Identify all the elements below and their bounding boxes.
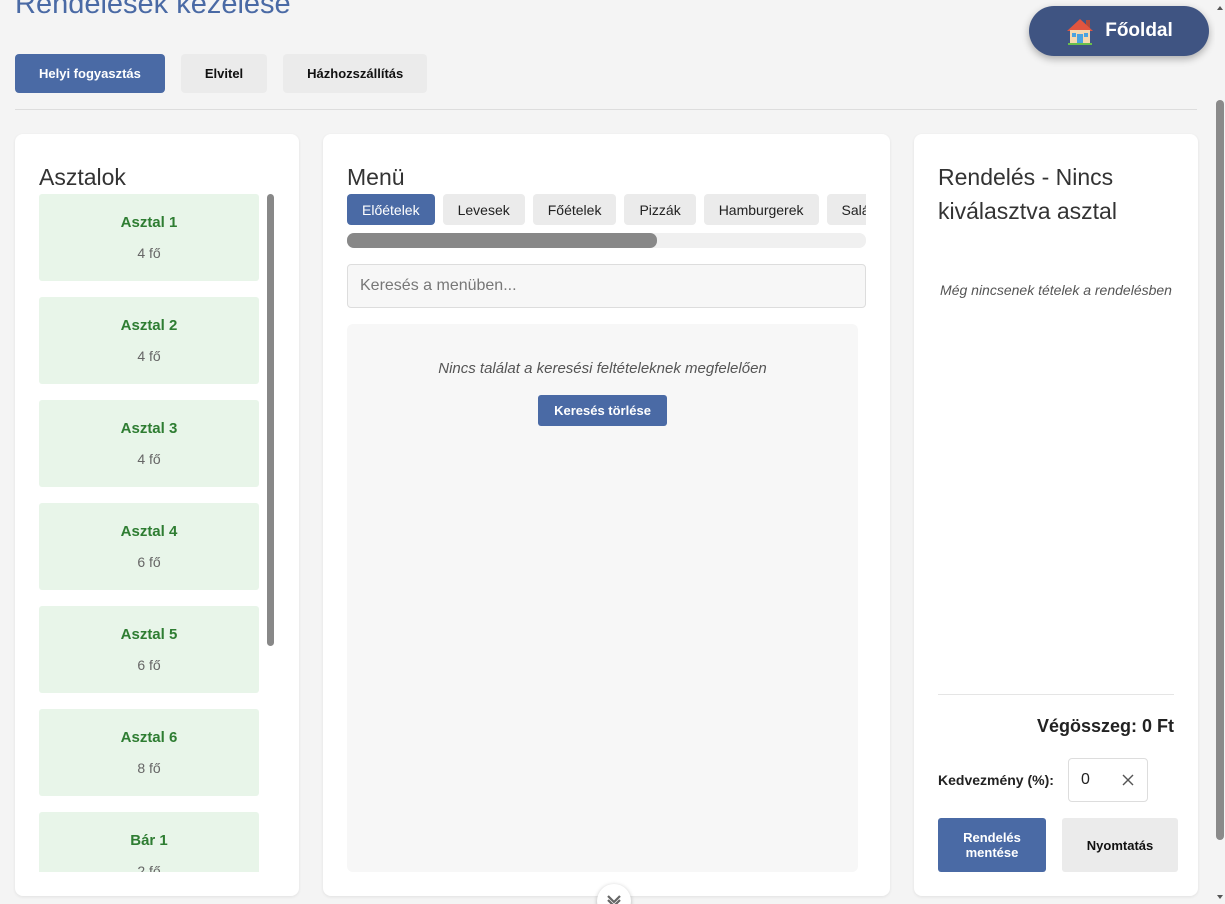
category-pizzas[interactable]: Pizzák — [624, 194, 696, 225]
table-seats: 4 fő — [137, 245, 161, 261]
house-icon — [1065, 16, 1095, 46]
menu-panel: Menü Előételek Levesek Főételek Pizzák H… — [323, 134, 890, 896]
empty-order-message: Még nincsenek tételek a rendelésben — [940, 282, 1172, 298]
table-seats: 4 fő — [137, 348, 161, 364]
table-name: Asztal 5 — [120, 626, 178, 643]
clear-icon[interactable] — [1119, 771, 1137, 789]
category-appetizers[interactable]: Előételek — [347, 194, 435, 225]
table-card[interactable]: Asztal 2 4 fő — [39, 297, 259, 384]
category-scrollbar[interactable] — [347, 233, 866, 248]
table-card[interactable]: Asztal 1 4 fő — [39, 194, 259, 281]
discount-input[interactable]: 0 — [1068, 758, 1148, 802]
page-title: Rendelések kezelése — [15, 0, 291, 20]
table-name: Bár 1 — [130, 832, 168, 849]
home-button[interactable]: Főoldal — [1029, 6, 1209, 56]
home-button-label: Főoldal — [1105, 20, 1173, 41]
category-main-courses[interactable]: Főételek — [532, 194, 617, 225]
table-card[interactable]: Asztal 4 6 fő — [39, 503, 259, 590]
tables-title: Asztalok — [39, 164, 126, 190]
table-seats: 2 fő — [137, 863, 161, 872]
category-scrollbar-thumb[interactable] — [347, 233, 657, 248]
menu-search-input[interactable] — [347, 264, 866, 308]
order-panel: Rendelés - Nincs kiválasztva asztal Még … — [914, 134, 1198, 896]
scroll-down-arrow-icon[interactable] — [1215, 890, 1225, 902]
table-name: Asztal 2 — [120, 317, 178, 334]
table-seats: 4 fő — [137, 451, 161, 467]
category-salads[interactable]: Saláták — [826, 194, 866, 225]
table-seats: 6 fő — [137, 554, 161, 570]
table-name: Asztal 4 — [120, 523, 178, 540]
category-burgers[interactable]: Hamburgerek — [703, 194, 819, 225]
print-button[interactable]: Nyomtatás — [1062, 818, 1178, 872]
tables-scrollbar[interactable] — [267, 194, 275, 872]
table-card[interactable]: Asztal 6 8 fő — [39, 709, 259, 796]
order-divider — [938, 694, 1174, 695]
chevron-down-icon — [607, 895, 621, 904]
tab-takeaway[interactable]: Elvitel — [180, 54, 268, 93]
tab-delivery[interactable]: Házhozszállítás — [283, 54, 428, 93]
clear-search-button[interactable]: Keresés törlése — [538, 395, 667, 426]
discount-value: 0 — [1081, 771, 1090, 788]
table-card[interactable]: Asztal 5 6 fő — [39, 606, 259, 693]
order-title: Rendelés - Nincs kiválasztva asztal — [938, 164, 1117, 224]
table-card[interactable]: Bár 1 2 fő — [39, 812, 259, 872]
table-seats: 6 fő — [137, 657, 161, 673]
category-soups[interactable]: Levesek — [442, 194, 525, 225]
category-strip: Előételek Levesek Főételek Pizzák Hambur… — [347, 194, 866, 225]
no-results-message: Nincs találat a keresési feltételeknek m… — [438, 360, 767, 377]
table-card[interactable]: Asztal 3 4 fő — [39, 400, 259, 487]
menu-results-area: Nincs találat a keresési feltételeknek m… — [347, 324, 858, 872]
order-total: Végösszeg: 0 Ft — [1036, 716, 1174, 736]
tables-scrollbar-thumb[interactable] — [267, 194, 274, 646]
scroll-up-arrow-icon[interactable] — [1215, 0, 1225, 10]
tab-dine-in[interactable]: Helyi fogyasztás — [15, 54, 165, 93]
service-mode-tabs: Helyi fogyasztás Elvitel Házhozszállítás — [15, 54, 428, 93]
page-scrollbar-thumb[interactable] — [1216, 100, 1224, 840]
table-seats: 8 fő — [137, 760, 161, 776]
header-divider — [15, 109, 1197, 110]
table-name: Asztal 6 — [120, 729, 178, 746]
tables-list: Asztal 1 4 fő Asztal 2 4 fő Asztal 3 4 f… — [39, 194, 259, 872]
menu-title: Menü — [347, 164, 405, 190]
save-order-button[interactable]: Rendelés mentése — [938, 818, 1046, 872]
discount-label: Kedvezmény (%): — [938, 772, 1054, 788]
table-name: Asztal 1 — [120, 214, 178, 231]
tables-panel: Asztalok Asztal 1 4 fő Asztal 2 4 fő Asz… — [15, 134, 299, 896]
table-name: Asztal 3 — [120, 420, 178, 437]
scroll-down-button[interactable] — [597, 884, 631, 904]
